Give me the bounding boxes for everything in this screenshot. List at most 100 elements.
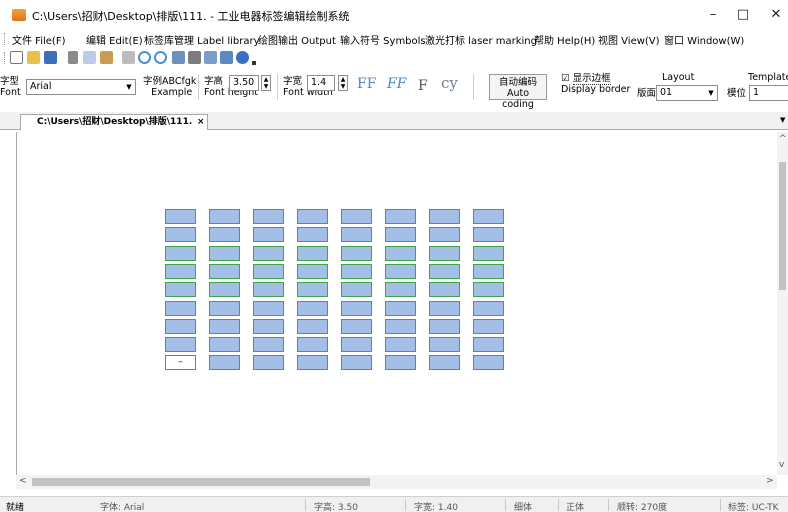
tab-list-chevron-icon[interactable]: ▼ [780, 116, 785, 124]
label-canvas[interactable]: – [16, 132, 777, 475]
label-cell[interactable] [253, 282, 284, 298]
label-cell[interactable] [253, 337, 284, 353]
font-width-input[interactable]: 1.4 [307, 75, 335, 91]
label-cell[interactable] [473, 337, 504, 353]
menu-view[interactable]: 视图 View(V) [598, 32, 660, 47]
label-cell[interactable] [209, 300, 240, 316]
label-cell[interactable] [385, 300, 416, 316]
save-icon[interactable] [44, 51, 57, 64]
text-italic-icon[interactable]: FF [387, 76, 406, 92]
font-height-input[interactable]: 3.50 [229, 75, 259, 91]
menu-symbols[interactable]: 输入符号 Symbols [340, 32, 426, 47]
label-cell[interactable] [165, 263, 196, 279]
label-cell[interactable] [165, 300, 196, 316]
label-cell[interactable] [297, 300, 328, 316]
label-cell[interactable] [209, 245, 240, 261]
label-cell[interactable] [429, 263, 460, 279]
label-cell[interactable] [253, 355, 284, 371]
tab-close-icon[interactable]: × [197, 115, 205, 130]
horizontal-scroll-thumb[interactable] [32, 478, 370, 486]
zoom-out-icon[interactable] [154, 51, 167, 64]
label-cell[interactable] [165, 227, 196, 243]
vertical-scroll-thumb[interactable] [779, 162, 786, 290]
label-cell[interactable] [253, 227, 284, 243]
toolbar-overflow-icon[interactable] [252, 61, 256, 65]
new-file-icon[interactable] [10, 51, 23, 64]
menu-window[interactable]: 窗口 Window(W) [664, 32, 744, 47]
label-cell[interactable] [209, 227, 240, 243]
label-cell[interactable] [385, 227, 416, 243]
table-icon[interactable] [220, 51, 233, 64]
open-folder-icon[interactable] [27, 51, 40, 64]
label-cell[interactable] [473, 355, 504, 371]
zoom-in-icon[interactable] [138, 51, 151, 64]
grid-icon[interactable] [204, 51, 217, 64]
copy-icon[interactable] [83, 51, 96, 64]
label-cell[interactable] [429, 355, 460, 371]
scroll-left-icon[interactable]: < [19, 476, 27, 486]
label-cell[interactable] [473, 245, 504, 261]
label-cell[interactable] [297, 209, 328, 224]
menu-help[interactable]: 帮助 Help(H) [534, 32, 595, 47]
label-cell[interactable] [429, 318, 460, 334]
label-cell[interactable] [297, 337, 328, 353]
label-cell[interactable] [473, 263, 504, 279]
label-cell[interactable] [209, 318, 240, 334]
label-cell[interactable] [473, 227, 504, 243]
menu-laser-marking[interactable]: 激光打标 laser marking [425, 32, 537, 47]
label-cell[interactable] [473, 300, 504, 316]
label-cell[interactable] [473, 282, 504, 298]
paste-icon[interactable] [100, 51, 113, 64]
label-cell[interactable] [429, 245, 460, 261]
label-cell[interactable] [341, 355, 372, 371]
label-cell[interactable] [297, 245, 328, 261]
label-cell[interactable] [209, 282, 240, 298]
label-cell[interactable] [429, 209, 460, 224]
label-cell[interactable] [253, 245, 284, 261]
cut-label-icon[interactable] [188, 51, 201, 64]
vertical-scrollbar[interactable]: ^ v [777, 132, 788, 475]
label-cell[interactable] [341, 209, 372, 224]
label-cell[interactable] [253, 209, 284, 224]
align-icon[interactable] [172, 51, 185, 64]
menu-output[interactable]: 绘图输出 Output [258, 32, 336, 47]
maximize-button[interactable]: □ [731, 6, 755, 24]
label-cell[interactable] [297, 318, 328, 334]
label-cell[interactable] [341, 227, 372, 243]
help-icon[interactable] [236, 51, 249, 64]
label-cell[interactable] [209, 209, 240, 224]
label-cell[interactable] [341, 337, 372, 353]
label-cell[interactable] [165, 337, 196, 353]
label-cell[interactable] [165, 245, 196, 261]
text-left-icon[interactable]: FF [357, 76, 376, 92]
label-cell-empty[interactable]: – [165, 355, 196, 371]
label-cell[interactable] [209, 263, 240, 279]
label-cell[interactable] [341, 318, 372, 334]
label-cell[interactable] [385, 209, 416, 224]
print-icon[interactable] [122, 51, 135, 64]
label-cell[interactable] [385, 282, 416, 298]
text-superscript-icon[interactable]: F [418, 78, 428, 94]
template-select[interactable]: 1 [749, 85, 788, 101]
label-cell[interactable] [165, 209, 196, 224]
label-cell[interactable] [341, 245, 372, 261]
label-cell[interactable] [429, 227, 460, 243]
menu-edit[interactable]: 编辑 Edit(E) [86, 32, 143, 47]
label-cell[interactable] [341, 282, 372, 298]
height-stepper[interactable]: ▲ ▼ [261, 75, 271, 91]
horizontal-scrollbar[interactable]: < > [16, 475, 777, 489]
label-cell[interactable] [341, 300, 372, 316]
label-cell[interactable] [385, 355, 416, 371]
label-cell[interactable] [165, 282, 196, 298]
label-cell[interactable] [385, 337, 416, 353]
label-cell[interactable] [253, 300, 284, 316]
label-cell[interactable] [253, 318, 284, 334]
width-stepper[interactable]: ▲ ▼ [338, 75, 348, 91]
layout-select[interactable]: 01 ▼ [656, 85, 718, 101]
label-cell[interactable] [297, 227, 328, 243]
document-tab[interactable]: C:\Users\招财\Desktop\排版\111. × [20, 114, 208, 130]
label-cell[interactable] [429, 282, 460, 298]
display-border-toggle[interactable]: ☑ 显示边框 Display border [561, 73, 630, 95]
menu-file[interactable]: 文件 File(F) [12, 32, 65, 47]
scroll-down-icon[interactable]: v [779, 460, 784, 470]
